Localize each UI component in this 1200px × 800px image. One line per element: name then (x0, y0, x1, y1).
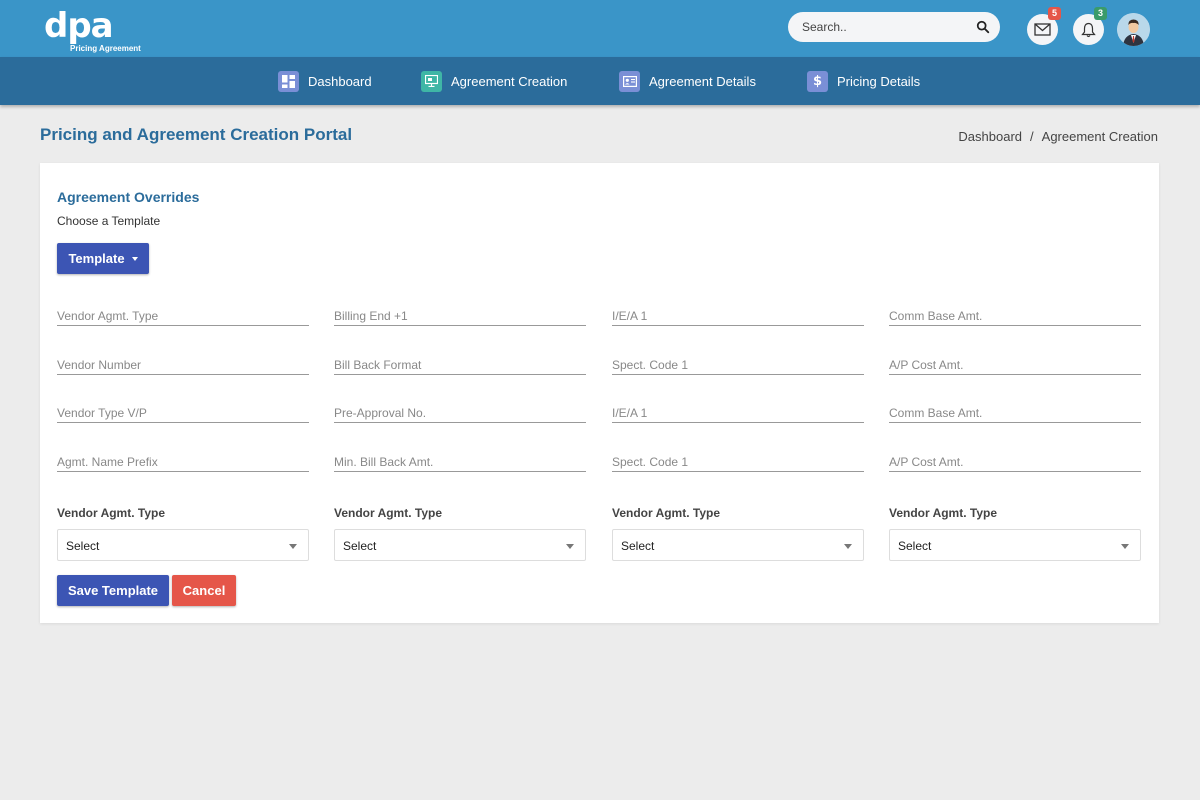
cancel-button[interactable]: Cancel (172, 575, 236, 606)
agmt-name-prefix-input[interactable] (57, 448, 309, 472)
select-label: Vendor Agmt. Type (889, 506, 998, 520)
spect-code-1-second-input[interactable] (612, 448, 864, 472)
vendor-agmt-type-select-4[interactable]: Select (889, 529, 1141, 561)
comm-base-amt-input[interactable] (889, 302, 1141, 326)
template-button-label: Template (68, 251, 125, 266)
user-avatar-icon (1117, 13, 1150, 46)
agreement-overrides-card: Agreement Overrides Choose a Template Te… (40, 163, 1159, 623)
main-nav: Dashboard Agreement Creation Agreement D… (0, 57, 1200, 105)
logo-mark: dpa (44, 6, 114, 46)
ap-cost-amt-input[interactable] (889, 351, 1141, 375)
field-vendor-agmt-type (57, 302, 309, 326)
field-spect-code-1-second (612, 448, 864, 472)
card-subtitle: Choose a Template (57, 214, 161, 228)
nav-label: Agreement Creation (451, 73, 568, 89)
select-label: Vendor Agmt. Type (334, 506, 443, 520)
page-title: Pricing and Agreement Creation Portal (40, 125, 353, 144)
mail-count-badge: 5 (1048, 7, 1061, 20)
pre-approval-no-input[interactable] (334, 399, 586, 423)
field-comm-base-amt (889, 302, 1141, 326)
billing-end-input[interactable] (334, 302, 586, 326)
field-vendor-type-vp (57, 399, 309, 423)
select-label: Vendor Agmt. Type (57, 506, 166, 520)
vendor-number-input[interactable] (57, 351, 309, 375)
notification-button[interactable]: 3 (1073, 7, 1107, 45)
agreement-creation-icon (421, 70, 442, 92)
select-value: Select (621, 539, 655, 553)
spect-code-1-input[interactable] (612, 351, 864, 375)
template-dropdown-button[interactable]: Template (57, 243, 149, 274)
top-header: dpa Pricing Agreement 5 3 (0, 0, 1200, 57)
caret-down-icon (844, 544, 852, 549)
nav-label: Agreement Details (649, 73, 756, 89)
select-value: Select (343, 539, 377, 553)
field-agmt-name-prefix (57, 448, 309, 472)
breadcrumb-separator: / (1030, 129, 1034, 144)
user-avatar[interactable] (1117, 13, 1150, 46)
vendor-agmt-type-select-1[interactable]: Select (57, 529, 309, 561)
mail-icon (1034, 23, 1051, 36)
nav-item-dashboard[interactable]: Dashboard (278, 70, 372, 92)
field-billing-end (334, 302, 586, 326)
bill-back-format-input[interactable] (334, 351, 586, 375)
breadcrumb-current: Agreement Creation (1041, 129, 1158, 144)
caret-down-icon (566, 544, 574, 549)
id-card-icon (619, 70, 640, 92)
breadcrumb-link-dashboard[interactable]: Dashboard (958, 129, 1022, 144)
iea-1-input[interactable] (612, 302, 864, 326)
caret-down-icon (131, 256, 138, 261)
vendor-agmt-type-select-3[interactable]: Select (612, 529, 864, 561)
field-spect-code-1 (612, 351, 864, 375)
select-value: Select (898, 539, 932, 553)
caret-down-icon (289, 544, 297, 549)
dashboard-icon (278, 70, 299, 92)
logo[interactable]: dpa Pricing Agreement (44, 6, 154, 54)
select-value: Select (66, 539, 100, 553)
comm-base-amt-second-input[interactable] (889, 399, 1141, 423)
field-ap-cost-amt (889, 351, 1141, 375)
card-title: Agreement Overrides (57, 189, 200, 205)
search-box (788, 12, 1000, 42)
field-ap-cost-amt-second (889, 448, 1141, 472)
select-label: Vendor Agmt. Type (612, 506, 721, 520)
caret-down-icon (1121, 544, 1129, 549)
bell-icon (1081, 22, 1096, 37)
mail-button[interactable]: 5 (1027, 7, 1061, 45)
notification-count-badge: 3 (1094, 7, 1107, 20)
dollar-icon: $ (807, 70, 828, 92)
field-iea-1-second (612, 399, 864, 423)
search-icon[interactable] (976, 20, 990, 34)
field-bill-back-format (334, 351, 586, 375)
field-comm-base-amt-second (889, 399, 1141, 423)
logo-subtitle: Pricing Agreement (70, 44, 141, 53)
field-iea-1 (612, 302, 864, 326)
vendor-type-vp-input[interactable] (57, 399, 309, 423)
nav-item-agreement-creation[interactable]: Agreement Creation (421, 70, 567, 92)
ap-cost-amt-second-input[interactable] (889, 448, 1141, 472)
breadcrumb: Dashboard / Agreement Creation (958, 129, 1158, 144)
field-vendor-number (57, 351, 309, 375)
field-min-bill-back-amt (334, 448, 586, 472)
field-pre-approval-no (334, 399, 586, 423)
nav-item-pricing-details[interactable]: $ Pricing Details (807, 70, 920, 92)
save-template-button[interactable]: Save Template (57, 575, 169, 606)
vendor-agmt-type-input[interactable] (57, 302, 309, 326)
vendor-agmt-type-select-2[interactable]: Select (334, 529, 586, 561)
nav-item-agreement-details[interactable]: Agreement Details (619, 70, 756, 92)
search-input[interactable] (802, 12, 972, 42)
iea-1-second-input[interactable] (612, 399, 864, 423)
nav-label: Dashboard (308, 73, 372, 89)
min-bill-back-amt-input[interactable] (334, 448, 586, 472)
nav-label: Pricing Details (837, 73, 921, 89)
